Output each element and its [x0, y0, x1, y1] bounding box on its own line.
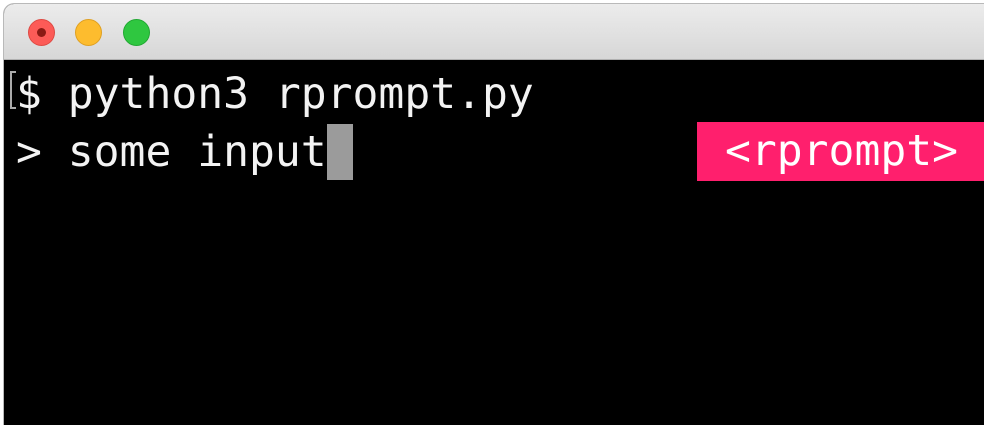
- close-button[interactable]: [28, 19, 55, 46]
- terminal-output[interactable]: $ python3 rprompt.py > some input <rprom…: [4, 60, 984, 425]
- title-bar[interactable]: [4, 4, 984, 60]
- input-line[interactable]: > some input: [16, 122, 353, 182]
- right-prompt: <rprompt>: [697, 122, 984, 181]
- terminal-window: $ python3 rprompt.py > some input <rprom…: [4, 4, 984, 425]
- zoom-button[interactable]: [123, 19, 150, 46]
- command-line: $ python3 rprompt.py: [16, 69, 534, 119]
- text-cursor: [326, 124, 353, 180]
- input-text: > some input: [16, 127, 327, 177]
- close-icon: [37, 28, 46, 37]
- minimize-button[interactable]: [75, 19, 102, 46]
